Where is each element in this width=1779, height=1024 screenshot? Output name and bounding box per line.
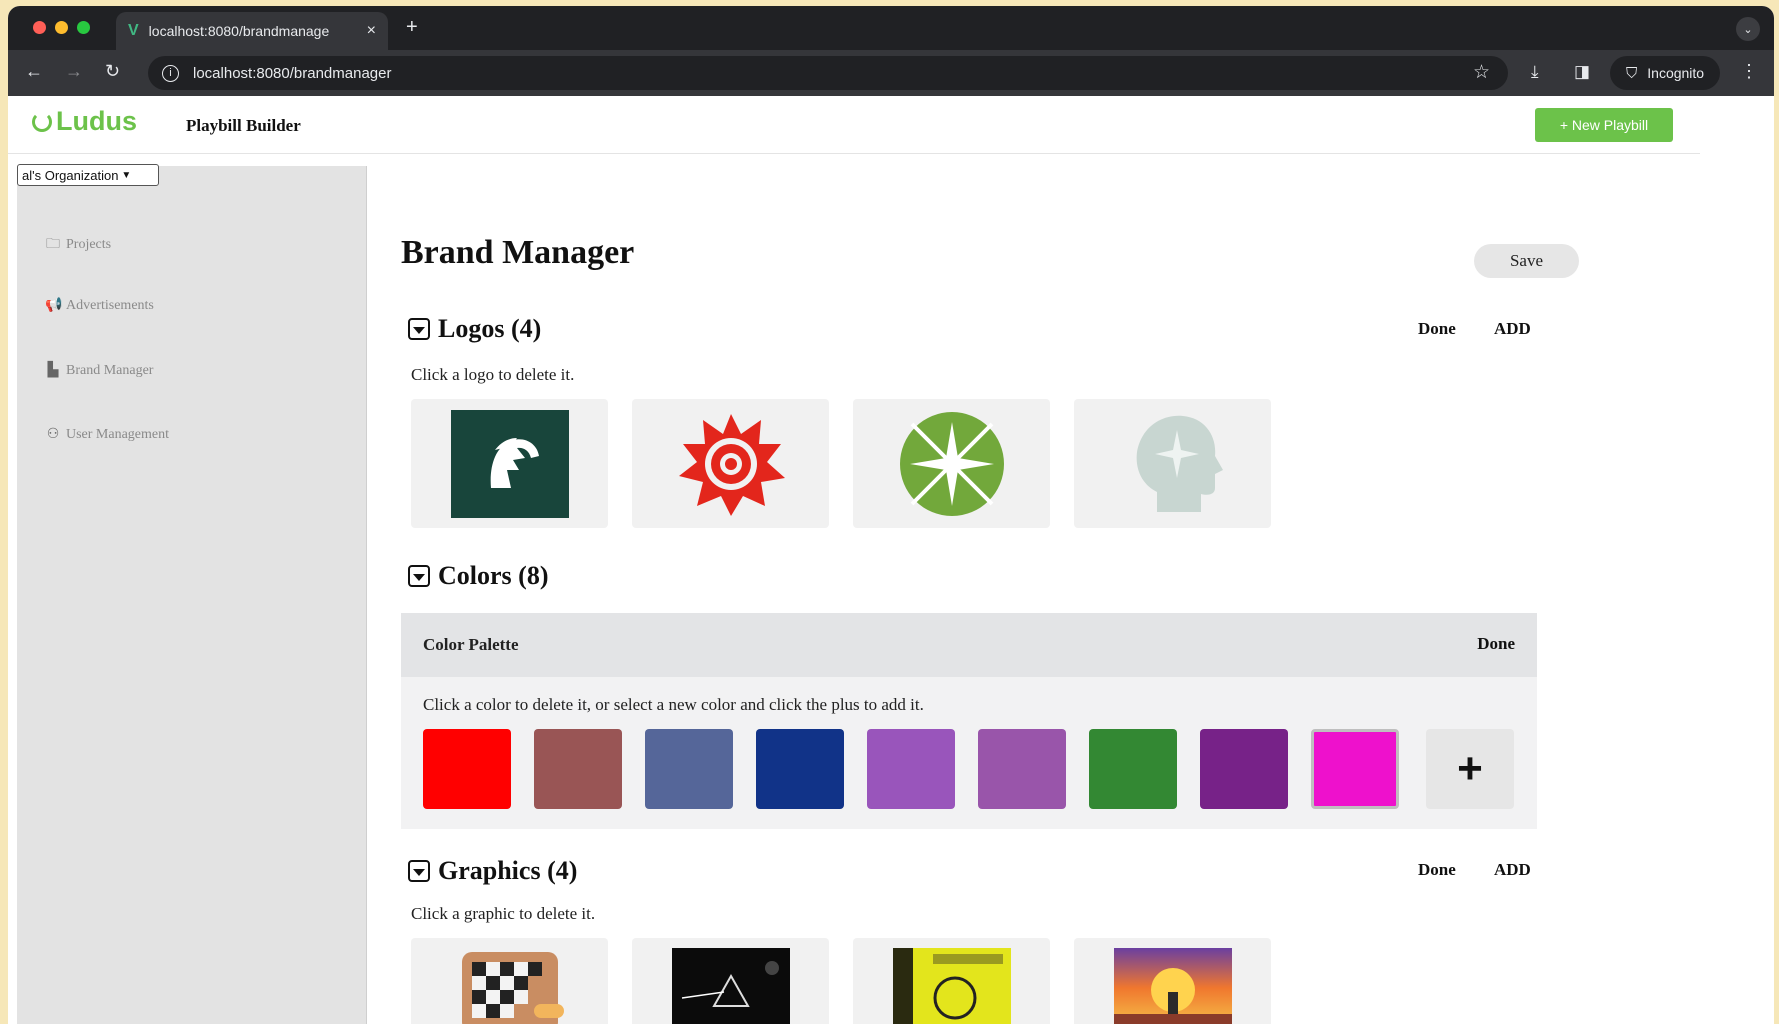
bookmark-star-icon[interactable]: ☆ bbox=[1473, 61, 1490, 84]
sidebar-item-user-management[interactable]: ⚇ User Management bbox=[45, 426, 169, 443]
sidebar-item-label: Projects bbox=[66, 237, 112, 252]
color-swatch[interactable] bbox=[978, 729, 1066, 809]
graphics-done-button[interactable]: Done bbox=[1418, 860, 1456, 880]
collapse-toggle-icon[interactable] bbox=[408, 318, 430, 340]
brand-icon: ▙ bbox=[47, 363, 59, 378]
red-swirl-logo-icon bbox=[678, 413, 785, 516]
tab-close-icon[interactable]: × bbox=[367, 22, 376, 40]
colors-done-button[interactable]: Done bbox=[1477, 634, 1515, 654]
logo-tile-green-star[interactable] bbox=[853, 399, 1050, 528]
forward-arrow-icon[interactable]: → bbox=[65, 61, 83, 82]
user-icon: ⚇ bbox=[46, 427, 60, 442]
address-bar[interactable]: i localhost:8080/brandmanager ☆ bbox=[148, 56, 1508, 90]
graphics-section-header: Graphics (4) bbox=[408, 856, 577, 886]
side-panel-icon[interactable]: ◨ bbox=[1574, 62, 1590, 82]
sidebar-item-advertisements[interactable]: 📢 Advertisements bbox=[45, 297, 154, 314]
new-playbill-button[interactable]: + New Playbill bbox=[1535, 108, 1673, 142]
incognito-badge[interactable]: ⛉ Incognito bbox=[1610, 56, 1721, 90]
color-swatch[interactable] bbox=[645, 729, 733, 809]
color-palette-header: Color Palette Done bbox=[401, 613, 1537, 677]
logo-tile-spartan[interactable] bbox=[411, 399, 608, 528]
checkerboard-graphic-icon bbox=[461, 952, 564, 1024]
sidebar-item-label: Brand Manager bbox=[66, 362, 154, 378]
graphic-tile-yellow-album[interactable] bbox=[853, 938, 1050, 1024]
logos-title: Logos (4) bbox=[438, 314, 542, 343]
browser-tab-bar: V localhost:8080/brandmanage × + ⌄ bbox=[8, 6, 1774, 50]
graphic-tile-prism[interactable] bbox=[632, 938, 829, 1024]
sidebar-item-projects[interactable]: 🗀 Projects bbox=[45, 233, 111, 257]
sidebar bbox=[17, 166, 367, 1024]
browser-tab[interactable]: V localhost:8080/brandmanage × bbox=[116, 12, 388, 50]
graphics-title: Graphics (4) bbox=[438, 856, 578, 885]
minimize-window-icon[interactable] bbox=[55, 21, 68, 34]
ludus-logo-icon bbox=[32, 111, 52, 132]
logos-add-button[interactable]: ADD bbox=[1494, 319, 1531, 339]
back-arrow-icon[interactable]: ← bbox=[25, 61, 43, 82]
color-swatch[interactable] bbox=[1089, 729, 1177, 809]
browser-toolbar: ← → ↻ i localhost:8080/brandmanager ☆ ⤓ … bbox=[8, 50, 1774, 96]
new-tab-icon[interactable]: + bbox=[406, 16, 418, 39]
graphics-add-button[interactable]: ADD bbox=[1494, 860, 1531, 880]
reload-icon[interactable]: ↻ bbox=[105, 61, 120, 82]
color-palette: Color Palette Done Click a color to dele… bbox=[401, 613, 1537, 829]
download-icon[interactable]: ⤓ bbox=[1531, 62, 1539, 82]
sidebar-item-label: User Management bbox=[66, 426, 170, 442]
color-swatch[interactable] bbox=[756, 729, 844, 809]
megaphone-icon: 📢 bbox=[45, 298, 63, 313]
color-swatch[interactable] bbox=[534, 729, 622, 809]
maximize-window-icon[interactable] bbox=[77, 21, 90, 34]
browser-window: V localhost:8080/brandmanage × + ⌄ ← → ↻… bbox=[8, 6, 1774, 1024]
page-title: Brand Manager bbox=[401, 234, 635, 271]
logos-done-button[interactable]: Done bbox=[1418, 319, 1456, 339]
logo-tile-red-swirl[interactable] bbox=[632, 399, 829, 528]
graphic-tile-checkerboard[interactable] bbox=[411, 938, 608, 1024]
incognito-icon: ⛉ bbox=[1626, 64, 1638, 82]
colors-title: Colors (8) bbox=[438, 561, 549, 590]
logos-section-header: Logos (4) bbox=[408, 314, 541, 344]
yellow-album-graphic-icon bbox=[892, 948, 1011, 1024]
save-button[interactable]: Save bbox=[1474, 244, 1579, 278]
sidebar-item-brand-manager[interactable]: ▙ Brand Manager bbox=[45, 362, 154, 379]
logos-hint: Click a logo to delete it. bbox=[411, 365, 575, 384]
organization-select[interactable]: al's Organization ▼ bbox=[17, 164, 159, 186]
close-window-icon[interactable] bbox=[33, 21, 46, 34]
green-star-logo-icon bbox=[899, 411, 1004, 516]
prism-graphic-icon bbox=[671, 948, 790, 1024]
sunset-graphic-icon bbox=[1113, 948, 1232, 1024]
tab-search-icon[interactable]: ⌄ bbox=[1736, 17, 1760, 41]
color-swatch[interactable] bbox=[867, 729, 955, 809]
ludus-logo[interactable]: Ludus bbox=[32, 106, 137, 137]
logo-tile-head-star[interactable] bbox=[1074, 399, 1271, 528]
colors-hint: Click a color to delete it, or select a … bbox=[423, 695, 924, 714]
new-color-picker[interactable] bbox=[1311, 729, 1399, 809]
collapse-toggle-icon[interactable] bbox=[408, 565, 430, 587]
add-color-button[interactable]: + bbox=[1426, 729, 1514, 809]
browser-menu-icon[interactable]: ⋮ bbox=[1740, 61, 1758, 82]
chevron-down-icon: ▼ bbox=[121, 169, 132, 181]
color-swatch[interactable] bbox=[1200, 729, 1288, 809]
brand-name: Ludus bbox=[56, 106, 137, 136]
head-star-logo-icon bbox=[1136, 415, 1223, 512]
collapse-toggle-icon[interactable] bbox=[408, 860, 430, 882]
folder-icon: 🗀 bbox=[46, 237, 60, 252]
graphic-tile-sunset[interactable] bbox=[1074, 938, 1271, 1024]
colors-section-header: Colors (8) bbox=[408, 561, 548, 591]
app-header: Ludus Playbill Builder + New Playbill bbox=[8, 96, 1700, 154]
color-swatch[interactable] bbox=[423, 729, 511, 809]
site-info-icon[interactable]: i bbox=[162, 64, 179, 82]
color-palette-title: Color Palette bbox=[423, 635, 519, 654]
url-text: localhost:8080/brandmanager bbox=[193, 64, 392, 82]
vue-favicon-icon: V bbox=[128, 22, 139, 39]
incognito-label: Incognito bbox=[1647, 65, 1705, 81]
tab-title: localhost:8080/brandmanage bbox=[148, 23, 330, 39]
organization-select-value: al's Organization bbox=[22, 167, 119, 183]
spartan-logo-icon bbox=[450, 409, 569, 518]
graphics-hint: Click a graphic to delete it. bbox=[411, 904, 596, 923]
sidebar-item-label: Advertisements bbox=[66, 297, 154, 313]
app-title: Playbill Builder bbox=[186, 116, 301, 135]
